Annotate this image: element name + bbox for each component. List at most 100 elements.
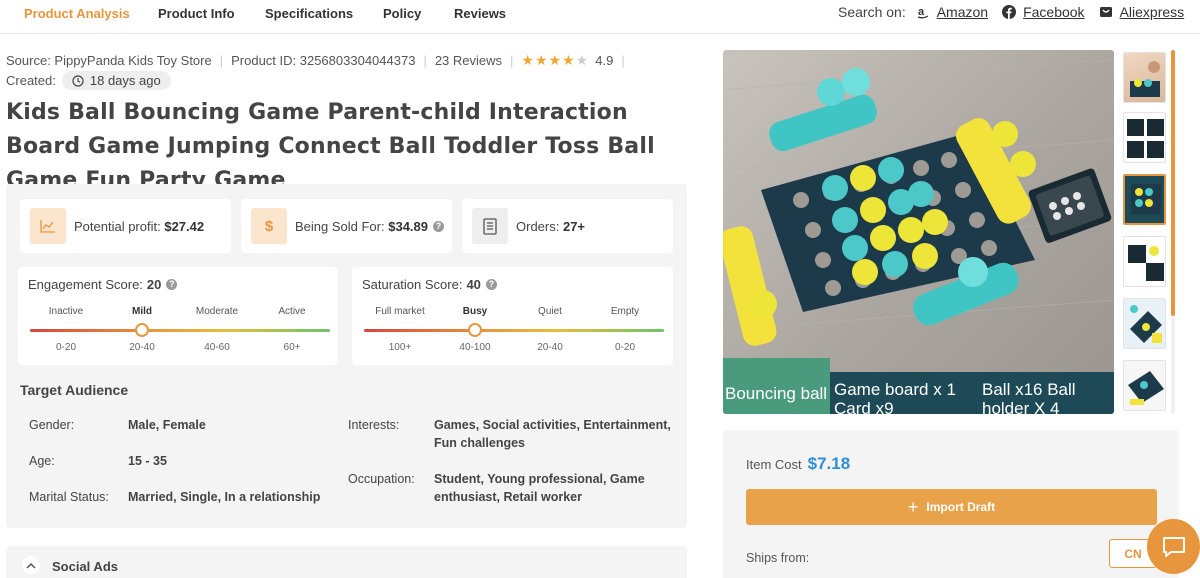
star-rating: ★★★★★ [521,52,589,69]
thumbnail[interactable] [1123,360,1166,411]
item-cost-label: Item Cost [746,457,802,472]
help-icon[interactable]: ? [485,279,497,290]
engagement-level: Inactive [48,306,84,317]
plus-icon: + [907,497,919,517]
chat-button[interactable] [1147,519,1200,574]
tab-product-analysis[interactable]: Product Analysis [24,6,130,21]
thumbnail[interactable] [1123,112,1166,163]
item-cost-value: $7.18 [807,454,851,473]
orders-value: 27+ [562,218,586,234]
gender-label: Gender: [29,418,75,432]
saturation-level: Busy [462,306,488,317]
product-title: Kids Ball Bouncing Game Parent-child Int… [6,100,655,193]
created-row: Created: 18 days ago [6,71,171,90]
tab-policy[interactable]: Policy [383,6,421,21]
engagement-score-heading: Engagement Score: 20 ? [28,277,178,292]
aliexpress-link[interactable]: Aliexpress [1099,4,1184,20]
reviews-link[interactable]: 23 Reviews [435,53,502,68]
thumbnail-scrollbar-thumb[interactable] [1171,50,1175,316]
engagement-level: Mild [132,306,152,317]
image-caption: Game board x 1 Card x9 [834,380,956,414]
help-icon[interactable]: ? [433,220,444,232]
saturation-range: 20-40 [537,342,563,353]
purchase-panel: Item Cost $7.18 + Import Draft Ships fro… [723,430,1179,578]
chat-icon [1162,536,1185,557]
tab-reviews[interactable]: Reviews [454,6,506,21]
aliexpress-icon [1099,5,1113,19]
saturation-range: 100+ [388,342,412,353]
rating-value: 4.9 [595,53,614,68]
potential-profit-label: Potential profit: [74,218,161,234]
amazon-icon: a [916,5,930,19]
import-draft-button[interactable]: + Import Draft [746,489,1157,525]
social-ads-label: Social Ads [52,559,118,574]
engagement-slider-knob [135,323,149,337]
gender-value: Male, Female [128,418,206,432]
image-caption: Bouncing ball [723,358,830,414]
facebook-link[interactable]: Facebook [1002,4,1085,20]
saturation-range: 0-20 [614,342,635,353]
star-icon: ★ [534,52,549,68]
chevron-up-icon[interactable] [22,556,40,574]
star-icon: ★ [562,52,576,68]
amazon-link[interactable]: a Amazon [916,4,988,20]
saturation-range: 40-100 [459,342,491,353]
product-id-text: Product ID: 3256803304044373 [231,53,416,68]
orders-card: Orders: 27+ [462,199,673,253]
help-icon[interactable]: ? [166,279,178,290]
occupation-label: Occupation: [348,472,415,486]
potential-profit-text: Potential profit: $27.42 [74,219,204,234]
created-label: Created: [6,73,56,88]
divider: | [219,53,224,68]
orders-text: Orders: 27+ [516,219,585,234]
ships-from-label: Ships from: [746,551,810,565]
target-audience-heading: Target Audience [20,382,129,398]
social-ads-section[interactable]: Social Ads [6,546,687,578]
interests-value: Games, Social activities, Entertainment,… [434,418,671,450]
svg-text:a: a [918,6,925,18]
sold-for-value: $34.89 [388,218,428,234]
engagement-level: Active [278,306,306,317]
engagement-range: 40-60 [204,342,230,353]
occupation-value: Student, Young professional, Game enthus… [434,472,645,504]
search-on-bar: Search on: a Amazon Facebook Aliexpress [838,4,1184,20]
potential-profit-value: $27.42 [164,218,205,234]
interests-label: Interests: [348,418,400,432]
saturation-level: Full market [375,306,425,317]
clock-icon [72,74,84,87]
created-pill: 18 days ago [61,71,171,90]
tab-product-info[interactable]: Product Info [158,6,235,21]
amazon-label: Amazon [936,4,989,20]
orders-label: Orders: [516,218,560,234]
engagement-score-card: Engagement Score: 20 ? Inactive Mild Mod… [18,267,338,365]
age-label: Age: [29,454,55,468]
engagement-score-label: Engagement Score: [28,277,143,292]
product-meta: Source: PippyPanda Kids Toy Store | Prod… [6,52,633,69]
facebook-label: Facebook [1023,4,1085,20]
top-navigation: Product Analysis Product Info Specificat… [0,0,1200,34]
engagement-range: 20-40 [129,342,155,353]
search-on-label: Search on: [838,4,906,20]
potential-profit-card: Potential profit: $27.42 [20,199,231,253]
divider: | [510,53,514,68]
import-draft-label: Import Draft [926,500,996,514]
source-text: Source: PippyPanda Kids Toy Store [6,53,212,68]
thumbnail[interactable] [1123,52,1166,103]
marital-status-value: Married, Single, In a relationship [128,490,321,504]
item-cost: Item Cost $7.18 [746,454,850,474]
saturation-score-value: 40 [466,277,481,292]
age-value: 15 - 35 [128,454,167,468]
facebook-icon [1002,5,1017,19]
tab-specifications[interactable]: Specifications [265,6,353,21]
divider: | [423,53,427,68]
saturation-score-card: Saturation Score: 40 ? Full market Busy … [352,267,673,365]
thumbnail-selected[interactable] [1123,174,1166,225]
dollar-icon: $ [251,208,287,244]
created-value: 18 days ago [89,73,161,88]
product-main-image[interactable]: Bouncing ball Game board x 1 Card x9 Bal… [723,50,1114,414]
thumbnail[interactable] [1123,298,1166,349]
analysis-panel: Potential profit: $27.42 $ Being Sold Fo… [6,184,687,528]
star-icon: ★ [521,52,535,68]
thumbnail[interactable] [1123,236,1166,287]
sold-for-card: $ Being Sold For: $34.89 ? [241,199,452,253]
